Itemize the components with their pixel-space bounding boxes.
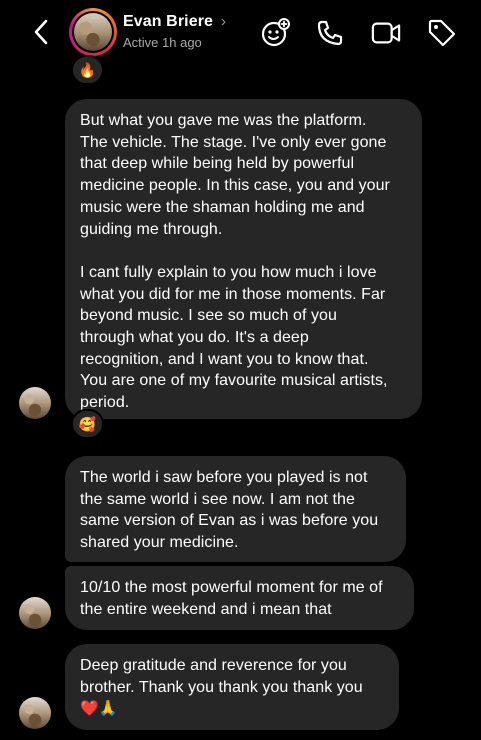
message-line: the same world i see now. I am not the bbox=[80, 490, 355, 508]
message-line: recognition, and I want you to know that… bbox=[80, 350, 369, 368]
message-bubble[interactable]: 10/10 the most powerful moment for me of… bbox=[65, 566, 414, 630]
message-line: shared your medicine. bbox=[80, 534, 239, 552]
smiling-hearts-emoji-icon: 🥰 bbox=[78, 415, 97, 432]
message-line: brother. Thank you thank you thank you bbox=[80, 678, 363, 696]
paragraph-break bbox=[80, 240, 408, 262]
video-icon bbox=[371, 22, 401, 44]
message-line: music were the shaman holding me and bbox=[80, 198, 365, 216]
message-line: guiding me through. bbox=[80, 220, 223, 238]
message-line: through what you do. It's a deep bbox=[80, 329, 309, 347]
message-line: beyond music. I see so much of you bbox=[80, 307, 337, 325]
message-line: But what you gave me was the platform. bbox=[80, 112, 367, 129]
call-button[interactable] bbox=[315, 18, 345, 48]
sender-avatar[interactable] bbox=[19, 597, 51, 629]
message-bubble[interactable]: The world i saw before you played is not… bbox=[65, 456, 406, 562]
sender-avatar[interactable] bbox=[19, 387, 51, 419]
message-line: The world i saw before you played is not bbox=[80, 469, 368, 486]
back-button[interactable] bbox=[28, 18, 54, 46]
contact-name[interactable]: Evan Briere bbox=[123, 13, 213, 31]
tag-button[interactable] bbox=[427, 18, 457, 48]
video-call-button[interactable] bbox=[371, 18, 401, 48]
message-bubble[interactable]: But what you gave me was the platform. T… bbox=[65, 99, 422, 419]
message-line: same version of Evan as i was before you bbox=[80, 512, 379, 530]
phone-icon bbox=[317, 20, 343, 46]
message-line: that deep while being held by powerful bbox=[80, 155, 355, 173]
fire-emoji-icon: 🔥 bbox=[78, 61, 97, 78]
message-line: You are one of my favourite musical arti… bbox=[80, 372, 388, 390]
message-line: period. bbox=[80, 394, 130, 412]
message-bubble[interactable]: Deep gratitude and reverence for you bro… bbox=[65, 644, 399, 730]
message-line: the entire weekend and i mean that bbox=[80, 600, 332, 618]
chat-screen: Evan Briere › Active 1h ago 🔥 But what y… bbox=[0, 0, 481, 740]
tag-icon bbox=[428, 19, 456, 47]
message-line: medicine people. In this case, you and y… bbox=[80, 177, 390, 195]
chat-header: Evan Briere › Active 1h ago bbox=[0, 0, 481, 64]
profile-avatar[interactable] bbox=[69, 8, 117, 56]
reaction-badge[interactable]: 🔥 bbox=[71, 55, 104, 85]
effects-icon bbox=[261, 18, 290, 47]
message-line: I cant fully explain to you how much i l… bbox=[80, 263, 377, 281]
sender-avatar[interactable] bbox=[19, 697, 51, 729]
message-line: The vehicle. The stage. I've only ever g… bbox=[80, 133, 387, 151]
avatar-image bbox=[74, 13, 112, 51]
effects-button[interactable] bbox=[260, 18, 290, 48]
message-line: what you did for me in those moments. Fa… bbox=[80, 285, 386, 303]
reaction-badge[interactable]: 🥰 bbox=[71, 409, 104, 439]
message-line: 10/10 the most powerful moment for me of bbox=[80, 579, 383, 596]
message-line: Deep gratitude and reverence for you bbox=[80, 657, 347, 674]
heart-pray-emoji-line: ❤️🙏 bbox=[80, 700, 118, 718]
profile-name-block[interactable]: Evan Briere › Active 1h ago bbox=[123, 13, 226, 50]
chevron-right-icon: › bbox=[221, 13, 227, 30]
active-status: Active 1h ago bbox=[123, 35, 202, 50]
back-chevron-icon bbox=[34, 19, 48, 45]
